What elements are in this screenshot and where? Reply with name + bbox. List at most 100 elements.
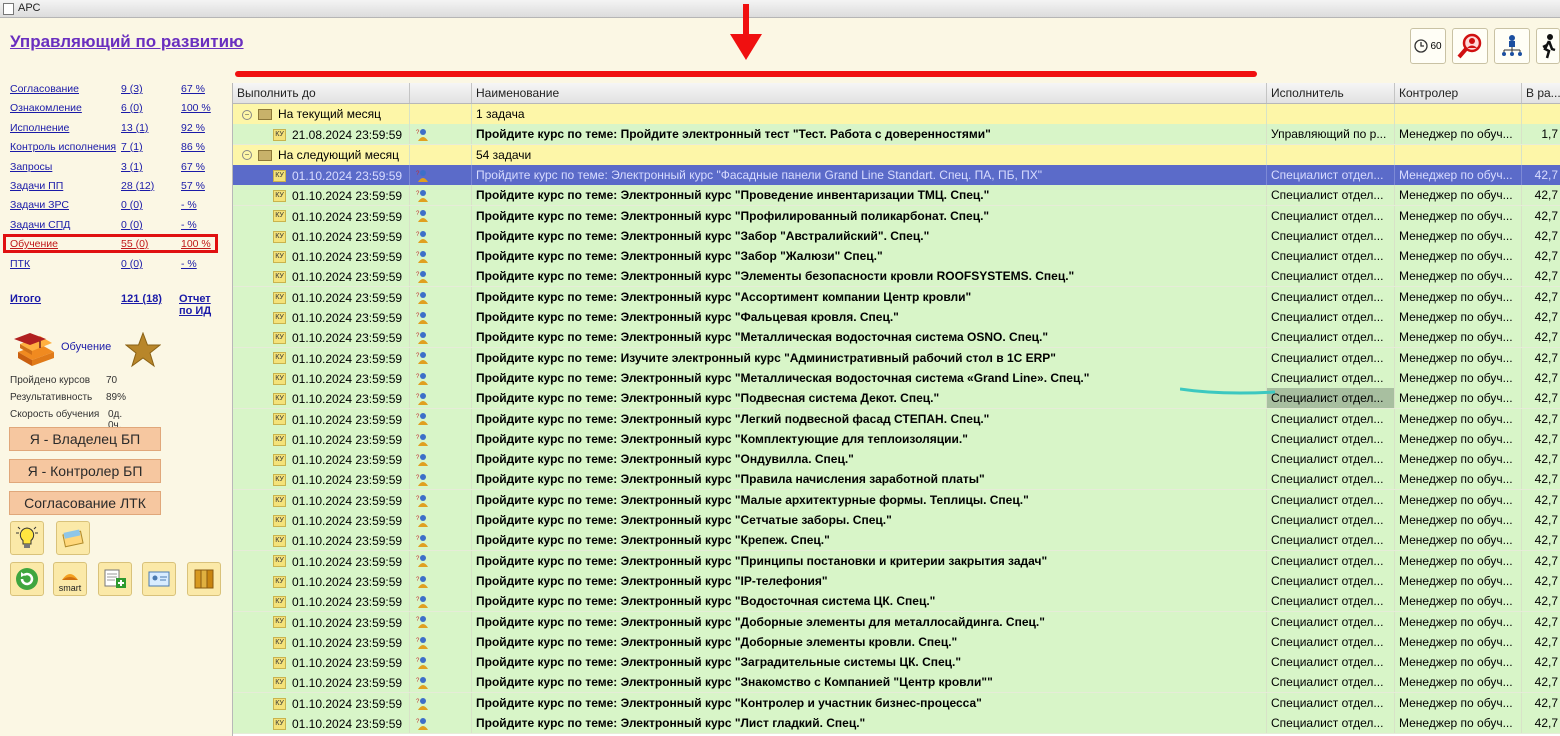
- stat-percent[interactable]: 100 %: [181, 102, 211, 114]
- executor-cell[interactable]: Специалист отдел...: [1267, 449, 1395, 470]
- table-row[interactable]: КУ 01.10.2024 23:59:59? Пройдите курс по т…: [233, 449, 1560, 471]
- exit-button[interactable]: [1536, 28, 1560, 64]
- executor-cell[interactable]: Специалист отдел...: [1267, 510, 1395, 530]
- task-name[interactable]: Пройдите курс по теме: Электронный курс …: [472, 631, 1267, 652]
- group-row-next-month[interactable]: − На следующий месяц 54 задачи: [233, 144, 1560, 166]
- owner-bp-button[interactable]: Я - Владелец БП: [9, 427, 161, 451]
- controller-cell[interactable]: Менеджер по обуч...: [1395, 307, 1522, 327]
- table-row[interactable]: КУ 01.10.2024 23:59:59? Пройдите курс по т…: [233, 631, 1560, 653]
- controller-cell[interactable]: Менеджер по обуч...: [1395, 652, 1522, 673]
- table-row[interactable]: КУ 01.10.2024 23:59:59? Пройдите курс по т…: [233, 388, 1560, 410]
- due-cell[interactable]: КУ 01.10.2024 23:59:59: [233, 205, 410, 226]
- controller-cell[interactable]: Менеджер по обуч...: [1395, 185, 1522, 206]
- in-work-cell[interactable]: 42,7: [1522, 469, 1560, 489]
- task-name[interactable]: Пройдите курс по теме: Электронный курс …: [472, 266, 1267, 287]
- due-cell[interactable]: КУ 01.10.2024 23:59:59: [233, 510, 410, 530]
- task-name[interactable]: Пройдите курс по теме: Электронный курс …: [472, 205, 1267, 226]
- column-header-icon[interactable]: [410, 83, 472, 103]
- contact-card-button[interactable]: [142, 562, 176, 596]
- controller-cell[interactable]: Менеджер по обуч...: [1395, 205, 1522, 226]
- collapse-icon[interactable]: −: [242, 109, 252, 120]
- in-work-cell[interactable]: 42,7: [1522, 591, 1560, 611]
- table-row[interactable]: КУ 01.10.2024 23:59:59? Пройдите курс по т…: [233, 286, 1560, 308]
- task-name[interactable]: Пройдите курс по теме: Изучите электронн…: [472, 347, 1267, 368]
- in-work-cell[interactable]: 42,7: [1522, 226, 1560, 246]
- stat-percent[interactable]: - %: [181, 219, 197, 231]
- task-name[interactable]: Пройдите курс по теме: Электронный курс …: [472, 367, 1267, 388]
- in-work-cell[interactable]: 42,7: [1522, 165, 1560, 185]
- page-title[interactable]: Управляющий по развитию: [10, 32, 244, 52]
- table-row[interactable]: КУ 01.10.2024 23:59:59? Пройдите курс по т…: [233, 408, 1560, 430]
- table-row[interactable]: КУ 01.10.2024 23:59:59? Пройдите курс по т…: [233, 367, 1560, 389]
- in-work-cell[interactable]: 42,7: [1522, 206, 1560, 226]
- table-row[interactable]: КУ 01.10.2024 23:59:59? Пройдите курс по т…: [233, 307, 1560, 328]
- table-row[interactable]: КУ 01.10.2024 23:59:59? Пройдите курс по т…: [233, 489, 1560, 511]
- in-work-cell[interactable]: 42,7: [1522, 612, 1560, 632]
- table-row[interactable]: КУ 01.10.2024 23:59:59? Пройдите курс по т…: [233, 225, 1560, 247]
- stat-label[interactable]: Ознакомление: [10, 102, 82, 114]
- table-row[interactable]: КУ 01.10.2024 23:59:59? Пройдите курс по т…: [233, 530, 1560, 552]
- executor-cell[interactable]: Специалист отдел...: [1267, 672, 1395, 693]
- task-name[interactable]: Пройдите курс по теме: Электронный курс …: [472, 692, 1267, 713]
- task-name[interactable]: Пройдите курс по теме: Электронный курс …: [472, 550, 1267, 571]
- in-work-cell[interactable]: 42,7: [1522, 409, 1560, 429]
- stat-row-approval[interactable]: Согласование 9 (3) 67 %: [10, 83, 220, 99]
- controller-cell[interactable]: Менеджер по обуч...: [1395, 611, 1522, 632]
- controller-cell[interactable]: Менеджер по обуч...: [1395, 530, 1522, 551]
- table-row[interactable]: КУ 01.10.2024 23:59:59? Пройдите курс по т…: [233, 205, 1560, 227]
- due-cell[interactable]: КУ 01.10.2024 23:59:59: [233, 428, 410, 449]
- in-work-cell[interactable]: 42,7: [1522, 490, 1560, 510]
- in-work-cell[interactable]: 42,7: [1522, 429, 1560, 449]
- executor-cell[interactable]: Специалист отдел...: [1267, 367, 1395, 388]
- message-button[interactable]: [56, 521, 90, 555]
- executor-cell[interactable]: Специалист отдел...: [1267, 205, 1395, 226]
- task-name[interactable]: Пройдите курс по теме: Электронный курс …: [472, 469, 1267, 490]
- stat-row-tasks-pp[interactable]: Задачи ПП 28 (12) 57 %: [10, 180, 220, 196]
- in-work-cell[interactable]: 42,7: [1522, 368, 1560, 388]
- column-header-executor[interactable]: Исполнитель: [1267, 83, 1395, 103]
- controller-cell[interactable]: Менеджер по обуч...: [1395, 692, 1522, 713]
- task-name[interactable]: Пройдите курс по теме: Электронный курс …: [472, 713, 1267, 733]
- group-cell[interactable]: − На текущий месяц: [233, 104, 410, 124]
- stat-row-tasks-spd[interactable]: Задачи СПД 0 (0) - %: [10, 219, 220, 235]
- executor-cell[interactable]: Специалист отдел...: [1267, 388, 1395, 409]
- table-row[interactable]: КУ 01.10.2024 23:59:59? Пройдите курс по т…: [233, 327, 1560, 349]
- search-person-button[interactable]: [1452, 28, 1488, 64]
- controller-cell[interactable]: Менеджер по обуч...: [1395, 225, 1522, 246]
- stat-label[interactable]: Исполнение: [10, 122, 69, 134]
- stat-label[interactable]: Задачи СПД: [10, 219, 70, 231]
- controller-cell[interactable]: Менеджер по обуч...: [1395, 246, 1522, 267]
- column-header-in-work[interactable]: В ра...: [1522, 83, 1560, 103]
- due-cell[interactable]: КУ 01.10.2024 23:59:59: [233, 266, 410, 287]
- due-cell[interactable]: КУ 21.08.2024 23:59:59: [233, 124, 410, 145]
- in-work-cell[interactable]: 42,7: [1522, 348, 1560, 368]
- stat-count[interactable]: 0 (0): [121, 258, 143, 270]
- controller-cell[interactable]: Менеджер по обуч...: [1395, 124, 1522, 145]
- task-name[interactable]: Пройдите курс по теме: Пройдите электрон…: [472, 124, 1267, 145]
- due-cell[interactable]: КУ 01.10.2024 23:59:59: [233, 591, 410, 612]
- stat-label[interactable]: ПТК: [10, 258, 30, 270]
- controller-cell[interactable]: Менеджер по обуч...: [1395, 489, 1522, 510]
- task-name[interactable]: Пройдите курс по теме: Электронный курс …: [472, 246, 1267, 267]
- stat-percent[interactable]: - %: [181, 258, 197, 270]
- due-cell[interactable]: КУ 01.10.2024 23:59:59: [233, 570, 410, 591]
- in-work-cell[interactable]: 42,7: [1522, 287, 1560, 307]
- task-name[interactable]: Пройдите курс по теме: Электронный курс …: [472, 327, 1267, 348]
- executor-cell[interactable]: Специалист отдел...: [1267, 652, 1395, 673]
- in-work-cell[interactable]: 42,7: [1522, 510, 1560, 530]
- in-work-cell[interactable]: 42,7: [1522, 652, 1560, 672]
- controller-cell[interactable]: Менеджер по обуч...: [1395, 388, 1522, 409]
- approval-ltk-button[interactable]: Согласование ЛТК: [9, 491, 161, 515]
- smart-button[interactable]: smart: [53, 562, 87, 596]
- stat-percent[interactable]: 92 %: [181, 122, 205, 134]
- table-row[interactable]: КУ 01.10.2024 23:59:59? Пройдите курс по т…: [233, 428, 1560, 450]
- task-name[interactable]: Пройдите курс по теме: Электронный курс …: [472, 510, 1267, 530]
- in-work-cell[interactable]: 42,7: [1522, 672, 1560, 692]
- in-work-cell[interactable]: 42,7: [1522, 693, 1560, 713]
- executor-cell[interactable]: Специалист отдел...: [1267, 631, 1395, 652]
- due-cell[interactable]: КУ 01.10.2024 23:59:59: [233, 246, 410, 267]
- executor-cell[interactable]: Специалист отдел...: [1267, 185, 1395, 206]
- table-row[interactable]: КУ 01.10.2024 23:59:59? Пройдите курс по т…: [233, 611, 1560, 633]
- due-cell[interactable]: КУ 01.10.2024 23:59:59: [233, 652, 410, 673]
- timer-button[interactable]: 60: [1410, 28, 1446, 64]
